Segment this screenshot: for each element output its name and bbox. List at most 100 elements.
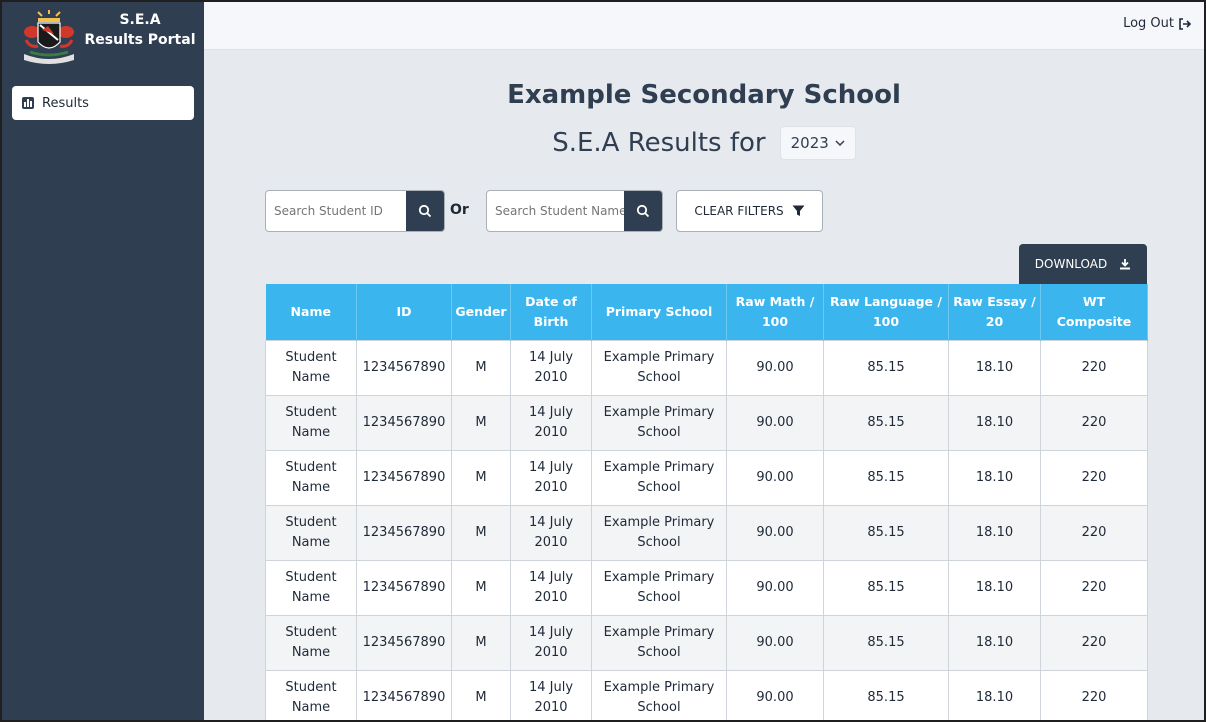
cell-primary-school: Example Primary School <box>591 614 727 671</box>
table-row[interactable]: Student Name 1234567890 M 14 July 2010 E… <box>265 394 1148 451</box>
cell-gender: M <box>451 614 511 671</box>
cell-wt-composite: 220 <box>1040 669 1148 720</box>
download-icon <box>1120 259 1131 270</box>
main-content: Example Secondary School S.E.A Results f… <box>204 50 1204 720</box>
column-header-name[interactable]: Name <box>265 284 357 340</box>
app-window: S.E.A Results Portal Results Log Out Exa… <box>0 0 1206 722</box>
cell-raw-essay: 18.10 <box>948 504 1041 561</box>
cell-raw-language: 85.15 <box>823 449 949 506</box>
cell-date-of-birth: 14 July 2010 <box>510 449 592 506</box>
cell-raw-essay: 18.10 <box>948 669 1041 720</box>
table-row[interactable]: Student Name 1234567890 M 14 July 2010 E… <box>265 669 1148 720</box>
logout-button[interactable]: Log Out <box>1123 16 1192 31</box>
table-row[interactable]: Student Name 1234567890 M 14 July 2010 E… <box>265 559 1148 616</box>
cell-raw-math: 90.00 <box>726 339 824 396</box>
cell-wt-composite: 220 <box>1040 394 1148 451</box>
table-row[interactable]: Student Name 1234567890 M 14 July 2010 E… <box>265 504 1148 561</box>
brand-title-line1: S.E.A <box>119 12 161 28</box>
cell-primary-school: Example Primary School <box>591 504 727 561</box>
column-header-date-of-birth[interactable]: Date of Birth <box>510 284 592 340</box>
results-for-label: S.E.A Results for <box>552 128 766 158</box>
results-table-container: Name ID Gender Date of Birth Primary Sch… <box>265 284 1148 720</box>
coat-of-arms-logo <box>24 10 74 64</box>
table-row[interactable]: Student Name 1234567890 M 14 July 2010 E… <box>265 614 1148 671</box>
cell-primary-school: Example Primary School <box>591 669 727 720</box>
search-icon <box>636 204 650 218</box>
student-name-search-input[interactable] <box>487 191 624 231</box>
results-table: Name ID Gender Date of Birth Primary Sch… <box>265 284 1148 720</box>
cell-id: 1234567890 <box>356 339 452 396</box>
cell-gender: M <box>451 669 511 720</box>
cell-primary-school: Example Primary School <box>591 339 727 396</box>
results-heading: S.E.A Results for 2023 <box>204 126 1204 160</box>
clear-filters-button[interactable]: CLEAR FILTERS <box>676 190 823 232</box>
brand: S.E.A Results Portal <box>12 8 198 70</box>
cell-name: Student Name <box>265 504 357 561</box>
cell-gender: M <box>451 449 511 506</box>
topbar: Log Out <box>204 2 1204 50</box>
cell-id: 1234567890 <box>356 504 452 561</box>
column-header-raw-math[interactable]: Raw Math / 100 <box>726 284 824 340</box>
student-id-search-button[interactable] <box>406 191 444 231</box>
cell-date-of-birth: 14 July 2010 <box>510 614 592 671</box>
student-name-search-button[interactable] <box>624 191 662 231</box>
cell-wt-composite: 220 <box>1040 449 1148 506</box>
cell-date-of-birth: 14 July 2010 <box>510 559 592 616</box>
filter-icon <box>792 205 805 216</box>
cell-gender: M <box>451 394 511 451</box>
cell-gender: M <box>451 339 511 396</box>
sidebar-item-label: Results <box>42 95 89 111</box>
cell-wt-composite: 220 <box>1040 614 1148 671</box>
cell-raw-math: 90.00 <box>726 449 824 506</box>
column-header-gender[interactable]: Gender <box>451 284 511 340</box>
cell-raw-essay: 18.10 <box>948 449 1041 506</box>
cell-raw-math: 90.00 <box>726 504 824 561</box>
table-row[interactable]: Student Name 1234567890 M 14 July 2010 E… <box>265 339 1148 396</box>
column-header-primary-school[interactable]: Primary School <box>591 284 727 340</box>
cell-raw-language: 85.15 <box>823 339 949 396</box>
cell-raw-language: 85.15 <box>823 614 949 671</box>
year-select[interactable]: 2023 <box>779 126 856 160</box>
clear-filters-label: CLEAR FILTERS <box>694 204 784 218</box>
column-header-id[interactable]: ID <box>356 284 452 340</box>
cell-id: 1234567890 <box>356 559 452 616</box>
cell-id: 1234567890 <box>356 449 452 506</box>
cell-date-of-birth: 14 July 2010 <box>510 669 592 720</box>
table-header-row: Name ID Gender Date of Birth Primary Sch… <box>265 284 1148 340</box>
student-id-search <box>265 190 445 232</box>
cell-wt-composite: 220 <box>1040 559 1148 616</box>
chevron-down-icon <box>835 140 845 147</box>
sign-out-icon <box>1179 17 1192 30</box>
sidebar-item-results[interactable]: Results <box>12 86 194 120</box>
cell-name: Student Name <box>265 449 357 506</box>
brand-title: S.E.A Results Portal <box>82 10 198 50</box>
download-button[interactable]: DOWNLOAD <box>1019 244 1147 284</box>
student-id-search-input[interactable] <box>266 191 406 231</box>
cell-raw-math: 90.00 <box>726 559 824 616</box>
cell-raw-essay: 18.10 <box>948 339 1041 396</box>
cell-raw-math: 90.00 <box>726 669 824 720</box>
cell-gender: M <box>451 559 511 616</box>
cell-date-of-birth: 14 July 2010 <box>510 394 592 451</box>
cell-raw-language: 85.15 <box>823 504 949 561</box>
column-header-raw-language[interactable]: Raw Language / 100 <box>823 284 949 340</box>
cell-date-of-birth: 14 July 2010 <box>510 339 592 396</box>
cell-raw-math: 90.00 <box>726 614 824 671</box>
cell-primary-school: Example Primary School <box>591 559 727 616</box>
table-row[interactable]: Student Name 1234567890 M 14 July 2010 E… <box>265 449 1148 506</box>
cell-raw-language: 85.15 <box>823 394 949 451</box>
cell-raw-language: 85.15 <box>823 669 949 720</box>
cell-name: Student Name <box>265 394 357 451</box>
logout-label: Log Out <box>1123 16 1174 31</box>
cell-raw-essay: 18.10 <box>948 394 1041 451</box>
cell-id: 1234567890 <box>356 669 452 720</box>
cell-name: Student Name <box>265 669 357 720</box>
cell-name: Student Name <box>265 614 357 671</box>
bar-chart-icon <box>22 97 34 109</box>
year-value: 2023 <box>790 134 829 152</box>
column-header-wt-composite[interactable]: WT Composite <box>1040 284 1148 340</box>
download-label: DOWNLOAD <box>1034 257 1108 271</box>
sidebar: S.E.A Results Portal Results <box>2 2 204 720</box>
cell-date-of-birth: 14 July 2010 <box>510 504 592 561</box>
column-header-raw-essay[interactable]: Raw Essay / 20 <box>948 284 1041 340</box>
